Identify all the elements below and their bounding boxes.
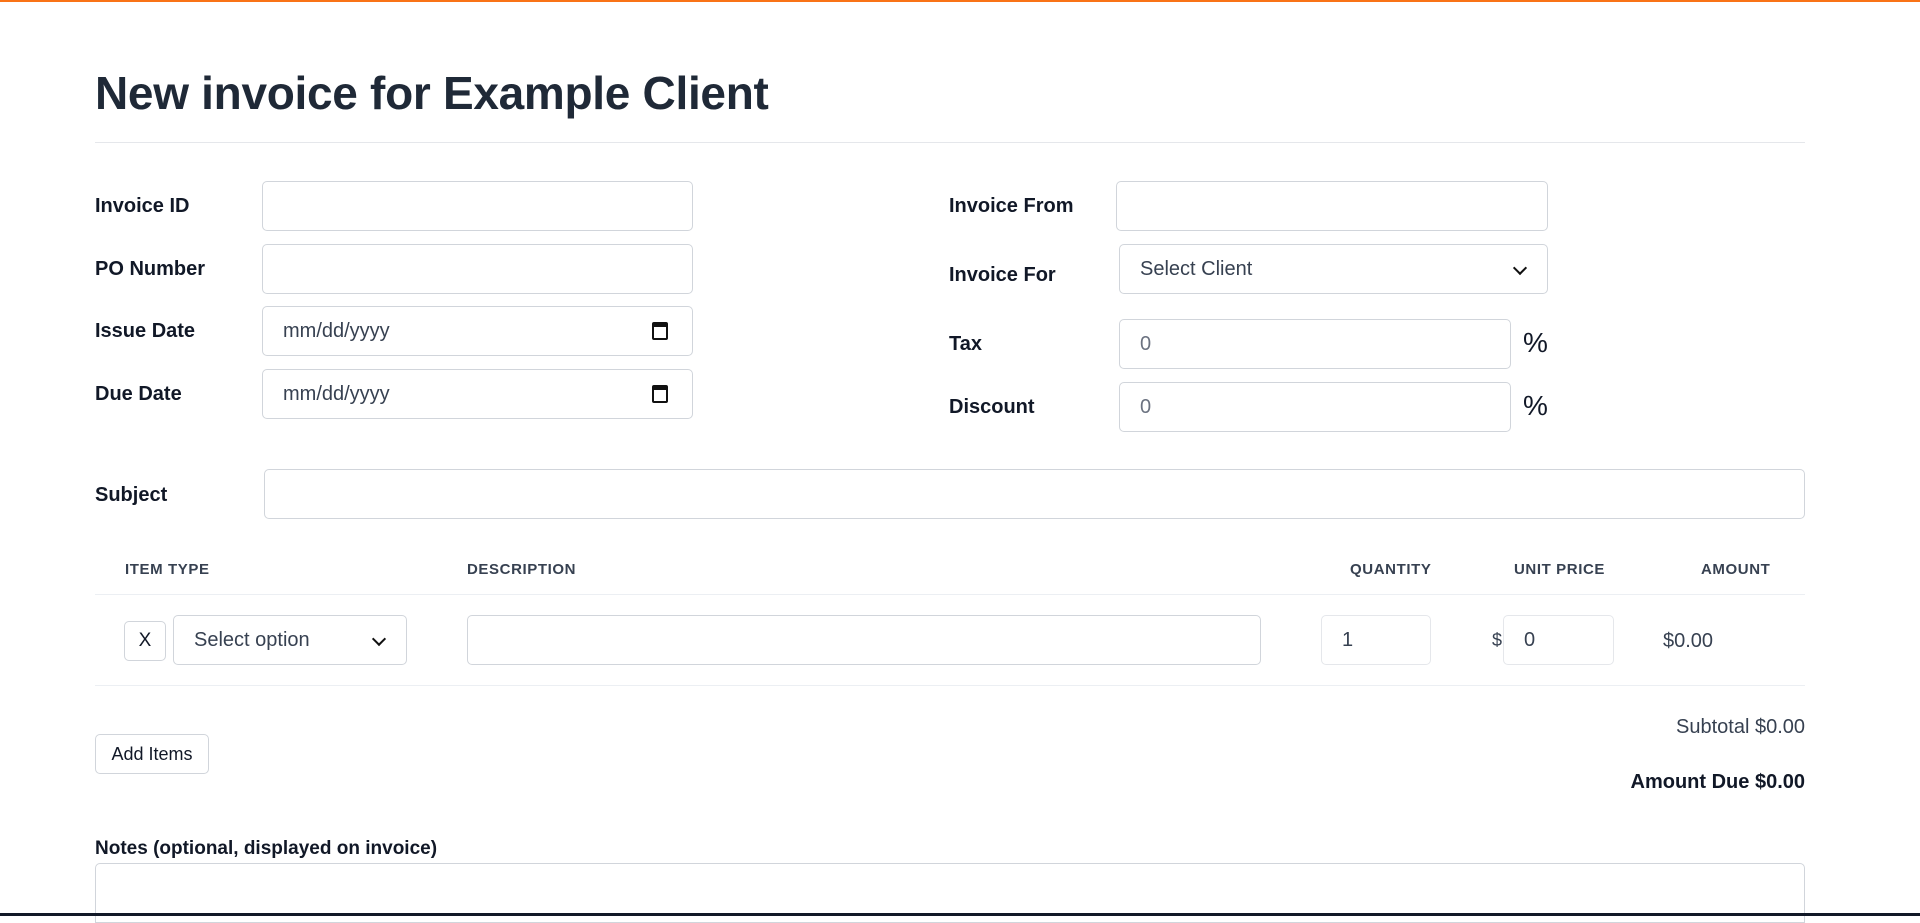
discount-placeholder: 0 bbox=[1140, 395, 1152, 418]
discount-percent-unit: % bbox=[1523, 390, 1548, 421]
invoice-for-select[interactable]: Select Client bbox=[1119, 244, 1548, 294]
top-accent-bar bbox=[0, 0, 1920, 2]
item-quantity-input[interactable]: 1 bbox=[1321, 615, 1431, 665]
discount-label: Discount bbox=[949, 396, 1035, 418]
calendar-icon[interactable] bbox=[652, 385, 668, 403]
table-row-divider bbox=[95, 685, 1805, 686]
calendar-icon[interactable] bbox=[652, 322, 668, 340]
invoice-from-label: Invoice From bbox=[949, 195, 1074, 217]
item-description-input[interactable] bbox=[467, 615, 1261, 665]
invoice-id-input[interactable] bbox=[262, 181, 693, 231]
item-unit-price-input[interactable]: 0 bbox=[1503, 615, 1614, 665]
issue-date-input[interactable]: mm/dd/yyyy bbox=[262, 306, 693, 356]
invoice-id-label: Invoice ID bbox=[95, 195, 190, 217]
tax-input[interactable]: 0 bbox=[1119, 319, 1511, 369]
item-type-selected: Select option bbox=[194, 628, 310, 651]
subtotal: Subtotal $0.00 bbox=[1676, 716, 1805, 738]
column-header-amount: AMOUNT bbox=[1701, 561, 1771, 578]
issue-date-label: Issue Date bbox=[95, 320, 196, 342]
tax-placeholder: 0 bbox=[1140, 332, 1152, 355]
invoice-from-input[interactable] bbox=[1116, 181, 1548, 231]
column-header-item-type: ITEM TYPE bbox=[125, 561, 210, 578]
title-divider bbox=[95, 142, 1805, 143]
column-header-description: DESCRIPTION bbox=[467, 561, 577, 578]
chevron-down-icon bbox=[371, 631, 387, 647]
subject-input[interactable] bbox=[264, 469, 1805, 519]
add-items-button[interactable]: Add Items bbox=[95, 734, 209, 774]
remove-item-button[interactable]: X bbox=[124, 621, 166, 661]
tax-percent-unit: % bbox=[1523, 327, 1548, 358]
po-number-input[interactable] bbox=[262, 244, 693, 294]
page-title: New invoice for Example Client bbox=[95, 67, 769, 119]
subject-label: Subject bbox=[95, 484, 168, 506]
due-date-label: Due Date bbox=[95, 383, 182, 405]
column-header-quantity: QUANTITY bbox=[1350, 561, 1432, 578]
column-header-unit-price: UNIT PRICE bbox=[1514, 561, 1606, 578]
table-header-divider bbox=[95, 594, 1805, 595]
due-date-placeholder: mm/dd/yyyy bbox=[283, 382, 390, 405]
issue-date-placeholder: mm/dd/yyyy bbox=[283, 319, 390, 342]
invoice-for-label: Invoice For bbox=[949, 264, 1056, 286]
chevron-down-icon bbox=[1512, 260, 1528, 276]
tax-label: Tax bbox=[949, 333, 982, 355]
po-number-label: PO Number bbox=[95, 258, 206, 280]
notes-label: Notes (optional, displayed on invoice) bbox=[95, 838, 438, 859]
amount-due: Amount Due $0.00 bbox=[1630, 771, 1805, 793]
discount-input[interactable]: 0 bbox=[1119, 382, 1511, 432]
item-type-select[interactable]: Select option bbox=[173, 615, 407, 665]
currency-symbol: $ bbox=[1492, 630, 1503, 650]
due-date-input[interactable]: mm/dd/yyyy bbox=[262, 369, 693, 419]
invoice-for-selected: Select Client bbox=[1140, 257, 1253, 280]
item-amount: $0.00 bbox=[1663, 630, 1714, 652]
